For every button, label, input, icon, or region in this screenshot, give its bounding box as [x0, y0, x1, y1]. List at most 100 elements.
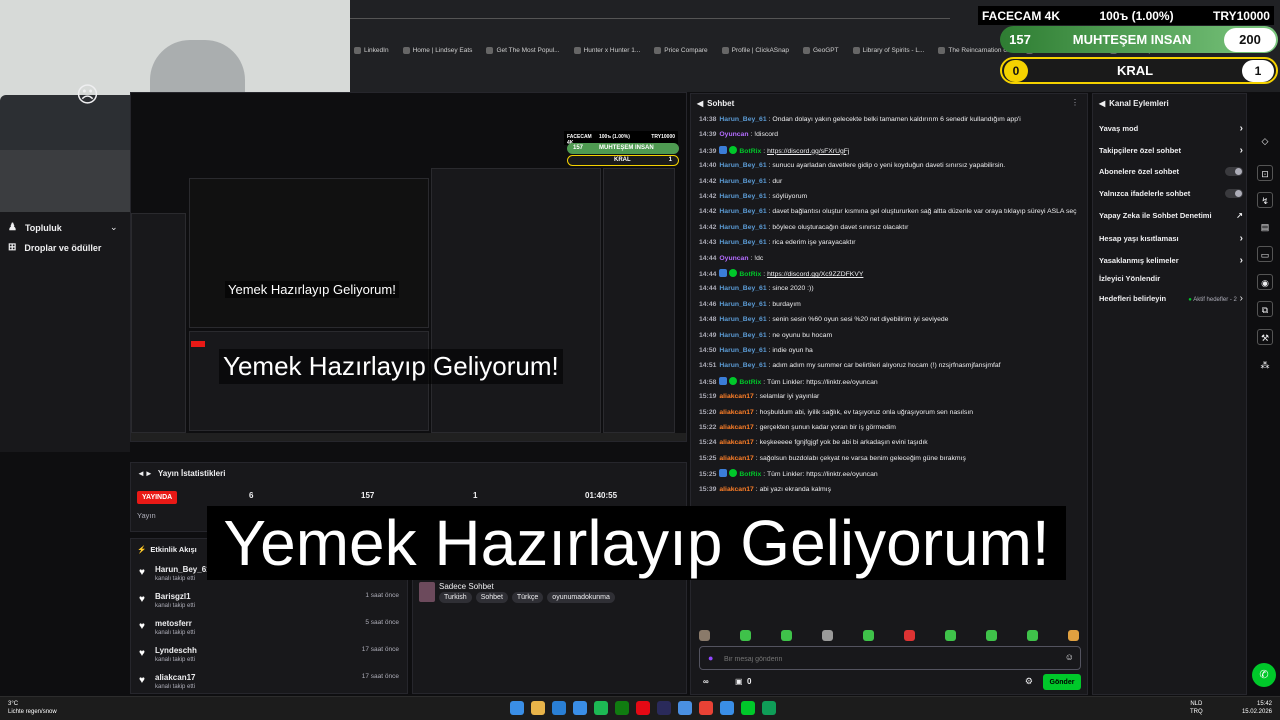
emote-icon[interactable]	[863, 630, 874, 641]
gift-box-icon[interactable]: ▣	[735, 677, 743, 686]
stream-tag[interactable]: Türkçe	[511, 592, 544, 603]
weather-widget[interactable]: 3°C Lichte regen/snow	[8, 700, 57, 716]
document-icon[interactable]: ▤	[1257, 219, 1273, 235]
points-icon[interactable]: ∞	[703, 677, 709, 686]
emote-icon[interactable]	[781, 630, 792, 641]
message-username[interactable]: Harun_Bey_61	[719, 332, 766, 339]
channel-action-item[interactable]: Yasaklanmış kelimeler ›	[1099, 255, 1243, 266]
toggle-switch[interactable]	[1225, 189, 1243, 198]
stream-tag[interactable]: Sohbet	[475, 592, 508, 603]
message-username[interactable]: Harun_Bey_61	[719, 285, 766, 292]
channel-action-item[interactable]: Yavaş mod ›	[1099, 123, 1243, 134]
message-username[interactable]: BotRix	[739, 379, 761, 386]
bookmark-item[interactable]: Home | Lindsey Eats	[402, 46, 472, 54]
message-text[interactable]: https://discord.gg/sFXrUgFj	[767, 148, 849, 155]
taskbar-app-icon[interactable]	[615, 701, 629, 715]
support-chat-icon[interactable]: ✆	[1252, 663, 1276, 687]
channel-action-item[interactable]: Hedefleri belirleyin ● Aktif hedefler - 2…	[1099, 293, 1243, 304]
message-username[interactable]: BotRix	[739, 471, 761, 478]
gear-icon[interactable]: ⚙	[1025, 676, 1033, 687]
bolt-icon[interactable]: ↯	[1257, 192, 1273, 208]
channel-action-item[interactable]: Yapay Zeka ile Sohbet Denetimi ↗	[1099, 211, 1243, 220]
message-username[interactable]: Harun_Bey_61	[719, 316, 766, 323]
taskbar-app-icon[interactable]	[678, 701, 692, 715]
language-indicator[interactable]: NLD TRQ	[1190, 700, 1203, 716]
emoji-icon[interactable]: ☺	[1065, 652, 1074, 662]
more-options-icon[interactable]: ⋮	[1071, 98, 1079, 107]
emote-icon[interactable]	[1027, 630, 1038, 641]
bookmark-item[interactable]: Hunter x Hunter 1...	[573, 46, 640, 54]
rail-icon-quick[interactable]: ◇	[1257, 133, 1273, 149]
taskbar-app-icon[interactable]	[762, 701, 776, 715]
clock[interactable]: 15:42 15.02.2026	[1242, 700, 1272, 716]
message-username[interactable]: aliakcan17	[719, 424, 753, 431]
wrench-icon[interactable]: ⚒	[1257, 329, 1273, 345]
toggle-switch[interactable]	[1225, 167, 1243, 176]
message-username[interactable]: aliakcan17	[719, 393, 753, 400]
emote-icon[interactable]	[822, 630, 833, 641]
chat-input[interactable]	[724, 652, 1044, 666]
broadcast-icon[interactable]: ◉	[1257, 274, 1273, 290]
send-button[interactable]: Gönder	[1043, 674, 1081, 690]
channel-action-item[interactable]: İzleyici Yönlendir	[1099, 274, 1243, 283]
bookmark-item[interactable]: GeoGPT	[802, 46, 839, 54]
message-username[interactable]: Harun_Bey_61	[719, 116, 766, 123]
message-username[interactable]: Harun_Bey_61	[719, 193, 766, 200]
channel-action-item[interactable]: Hesap yaşı kısıtlaması ›	[1099, 233, 1243, 244]
taskbar-app-icon[interactable]	[657, 701, 671, 715]
stream-tag[interactable]: Turkish	[439, 592, 472, 603]
channel-action-item[interactable]: Yalnızca ifadelerle sohbet	[1099, 189, 1243, 198]
message-username[interactable]: Harun_Bey_61	[719, 239, 766, 246]
sidebar-item-droplar[interactable]: ⊞ Droplar ve ödüller	[8, 242, 101, 253]
taskbar-app-icon[interactable]	[510, 701, 524, 715]
sidebar-item-topluluk[interactable]: ♟ Topluluk	[8, 222, 62, 233]
message-username[interactable]: BotRix	[739, 148, 761, 155]
channel-action-item[interactable]: Abonelere özel sohbet	[1099, 167, 1243, 176]
message-username[interactable]: Harun_Bey_61	[719, 224, 766, 231]
camera-icon[interactable]: ⊡	[1257, 165, 1273, 181]
chat-icon[interactable]: ▭	[1257, 246, 1273, 262]
channel-action-item[interactable]: Takipçilere özel sohbet ›	[1099, 145, 1243, 156]
emote-icon[interactable]	[904, 630, 915, 641]
activity-item[interactable]: ♥ metosferr kanalı takip etti 5 saat önc…	[137, 619, 403, 645]
extensions-icon[interactable]: ⁂	[1257, 357, 1273, 373]
message-username[interactable]: aliakcan17	[719, 409, 753, 416]
message-username[interactable]: BotRix	[739, 271, 761, 278]
taskbar-app-icon[interactable]	[594, 701, 608, 715]
message-text[interactable]: https://discord.gg/Xc9ZZDFKVY	[767, 271, 863, 278]
message-username[interactable]: Harun_Bey_61	[719, 178, 766, 185]
bookmark-item[interactable]: LinkedIn	[354, 46, 389, 54]
taskbar-app-icon[interactable]	[636, 701, 650, 715]
message-username[interactable]: Harun_Bey_61	[719, 208, 766, 215]
stream-tag[interactable]: oyunumadokunma	[547, 592, 615, 603]
message-username[interactable]: Oyuncan	[719, 255, 748, 262]
emote-icon[interactable]	[1068, 630, 1079, 641]
chat-input-box[interactable]: ● ☺	[699, 646, 1081, 670]
message-username[interactable]: Harun_Bey_61	[719, 162, 766, 169]
bookmark-item[interactable]: Library of Spirits - L...	[852, 46, 924, 54]
emote-icon[interactable]	[986, 630, 997, 641]
copy-icon[interactable]: ⧉	[1257, 301, 1273, 317]
mic-icon[interactable]: ●	[708, 653, 713, 663]
emote-icon[interactable]	[740, 630, 751, 641]
activity-item[interactable]: ♥ Barisgzl1 kanalı takip etti 1 saat önc…	[137, 592, 403, 618]
bookmark-item[interactable]: The Reincarnation o...	[938, 46, 1012, 54]
message-username[interactable]: aliakcan17	[719, 455, 753, 462]
taskbar-app-icon[interactable]	[531, 701, 545, 715]
taskbar-app-icon[interactable]	[573, 701, 587, 715]
taskbar-app-icon[interactable]	[699, 701, 713, 715]
message-username[interactable]: Harun_Bey_61	[719, 362, 766, 369]
message-username[interactable]: Harun_Bey_61	[719, 347, 766, 354]
message-username[interactable]: aliakcan17	[719, 439, 753, 446]
chevron-down-icon[interactable]: ⌄	[110, 222, 118, 233]
message-username[interactable]: aliakcan17	[719, 486, 753, 493]
bookmark-item[interactable]: Price Compare	[654, 46, 708, 54]
taskbar-app-icon[interactable]	[720, 701, 734, 715]
emote-icon[interactable]	[699, 630, 710, 641]
bookmark-item[interactable]: Profile | ClickASnap	[721, 46, 789, 54]
message-username[interactable]: Harun_Bey_61	[719, 301, 766, 308]
taskbar-app-icon[interactable]	[552, 701, 566, 715]
message-username[interactable]: Oyuncan	[719, 131, 748, 138]
emote-icon[interactable]	[945, 630, 956, 641]
taskbar-app-icon[interactable]	[741, 701, 755, 715]
